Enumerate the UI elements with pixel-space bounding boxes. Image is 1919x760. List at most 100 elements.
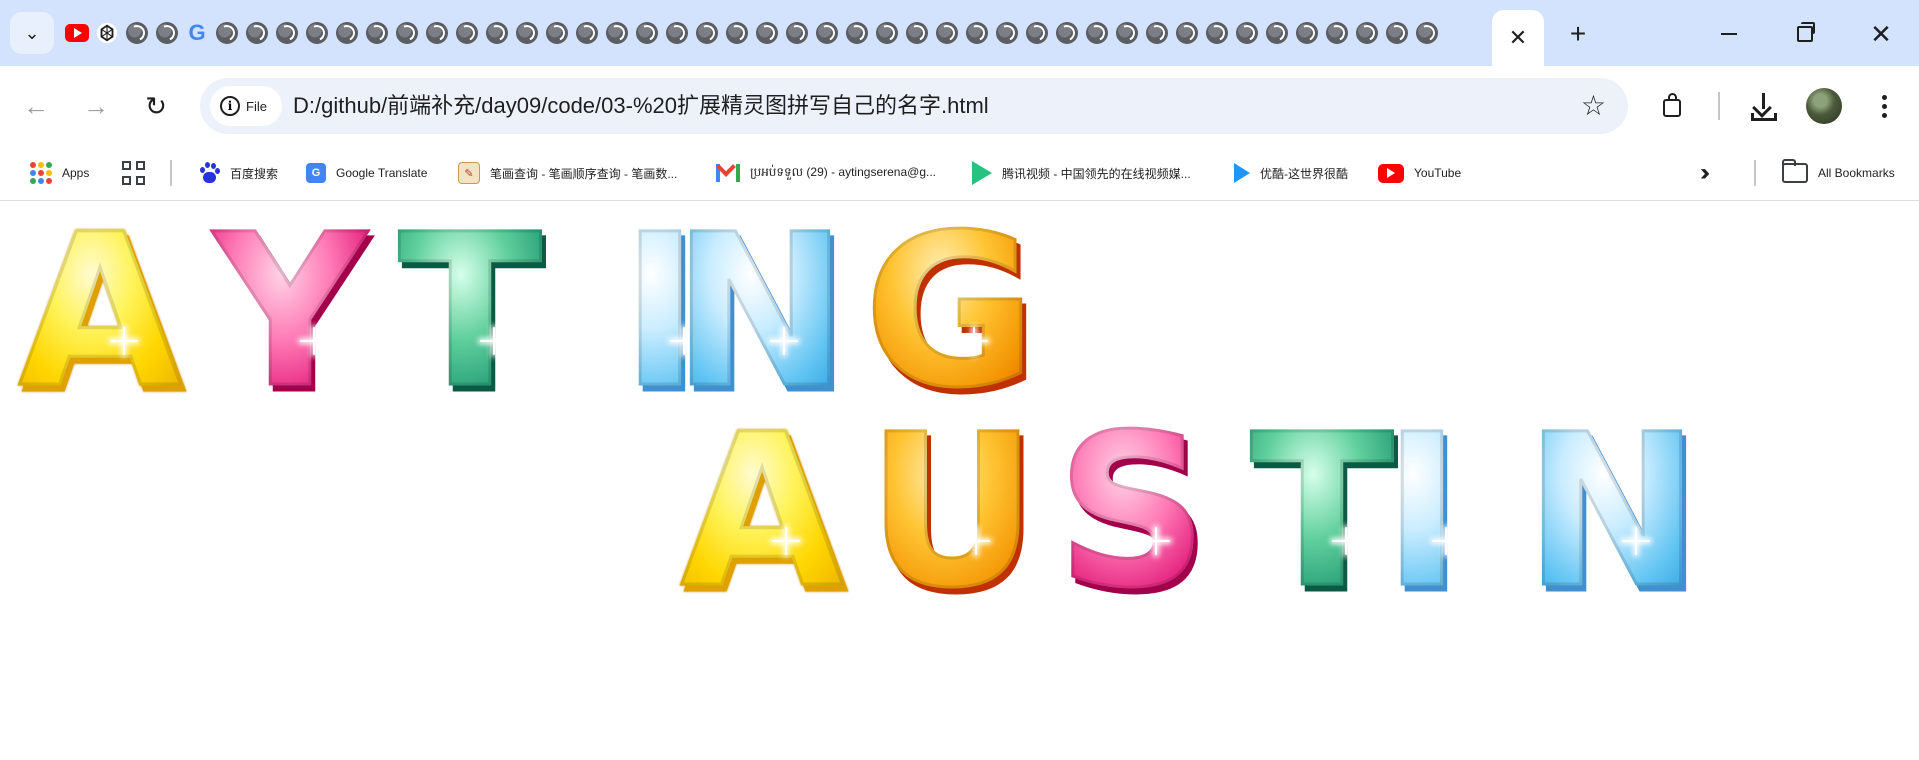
bookmark-youku[interactable]: 优酷-这世界很酷 <box>1234 146 1348 200</box>
bookmark-youtube[interactable]: YouTube <box>1378 146 1461 200</box>
globe-icon <box>276 22 298 44</box>
bookmark-label: All Bookmarks <box>1818 166 1895 180</box>
google-translate-icon: G <box>306 163 326 183</box>
globe-icon <box>1326 22 1348 44</box>
sprite-letter-n: N <box>670 205 850 418</box>
tab-favicon[interactable] <box>334 20 360 46</box>
bookmark-label: 百度搜索 <box>230 166 279 181</box>
close-window-button[interactable]: ✕ <box>1858 16 1904 52</box>
globe-icon <box>1146 22 1168 44</box>
menu-button[interactable] <box>1866 86 1902 126</box>
tab-favicon[interactable] <box>514 20 540 46</box>
bookmark-label: 优酷-这世界很酷 <box>1260 166 1348 181</box>
google-icon: G <box>188 20 206 45</box>
minimize-button[interactable] <box>1706 16 1752 52</box>
sprite-letter-y: Y <box>200 205 380 418</box>
tab-favicon[interactable] <box>1414 20 1440 46</box>
tab-favicon[interactable] <box>1294 20 1320 46</box>
tab-favicon[interactable] <box>1264 20 1290 46</box>
bookmark-star-icon[interactable]: ☆ <box>1581 90 1606 122</box>
back-button[interactable]: ← <box>16 86 56 126</box>
globe-icon <box>546 22 568 44</box>
bookmark-label: ប្រអប់ទទួល (29) - aytingserena@g... <box>750 165 936 179</box>
tab-favicon[interactable] <box>274 20 300 46</box>
tab-favicon[interactable] <box>1324 20 1350 46</box>
extensions-button[interactable] <box>1654 86 1694 126</box>
tab-favicon[interactable] <box>844 20 870 46</box>
tab-search-button[interactable]: ⌄ <box>10 12 54 54</box>
tab-favicon[interactable] <box>424 20 450 46</box>
globe-icon <box>126 22 148 44</box>
tab-chatgpt[interactable] <box>94 20 120 46</box>
restore-button[interactable] <box>1782 16 1828 52</box>
folder-icon <box>1781 159 1808 183</box>
globe-icon <box>1386 22 1408 44</box>
globe-icon <box>1206 22 1228 44</box>
tab-favicon[interactable] <box>154 20 180 46</box>
tab-favicon[interactable] <box>994 20 1020 46</box>
globe-icon <box>156 22 178 44</box>
close-tab-icon[interactable]: ✕ <box>1509 27 1527 49</box>
globe-icon <box>1086 22 1108 44</box>
globe-icon <box>606 22 628 44</box>
name-line-ayting: AYTING <box>10 205 1070 418</box>
more-bookmarks-button[interactable]: ›› <box>1700 146 1710 200</box>
tab-favicon[interactable] <box>694 20 720 46</box>
tab-favicon[interactable] <box>1054 20 1080 46</box>
name-line-austin: AUSTIN <box>672 405 1732 618</box>
tab-favicon[interactable] <box>304 20 330 46</box>
all-bookmarks-button[interactable]: All Bookmarks <box>1781 146 1895 200</box>
tab-favicon[interactable] <box>1084 20 1110 46</box>
tab-youtube[interactable] <box>64 20 90 46</box>
tab-favicon[interactable] <box>724 20 750 46</box>
tab-favicon[interactable] <box>904 20 930 46</box>
tab-favicon[interactable] <box>1384 20 1410 46</box>
tab-favicon[interactable] <box>1204 20 1230 46</box>
tab-favicon[interactable] <box>124 20 150 46</box>
tab-favicon[interactable] <box>244 20 270 46</box>
tab-favicon[interactable] <box>394 20 420 46</box>
tab-favicon[interactable] <box>1024 20 1050 46</box>
globe-icon <box>426 22 448 44</box>
globe-icon <box>306 22 328 44</box>
downloads-button[interactable] <box>1744 86 1784 126</box>
baidu-icon <box>198 162 220 184</box>
tab-favicon[interactable] <box>874 20 900 46</box>
tab-favicon[interactable] <box>1234 20 1260 46</box>
address-bar[interactable]: i File D:/github/前端补充/day09/code/03-%20扩… <box>200 78 1628 134</box>
tab-favicon[interactable]: G <box>184 20 210 46</box>
site-info-chip[interactable]: i File <box>210 86 282 126</box>
globe-icon <box>486 22 508 44</box>
active-tab[interactable]: ✕ <box>1492 10 1544 66</box>
back-arrow-icon: ← <box>23 90 49 121</box>
new-tab-button[interactable]: + <box>1560 18 1596 50</box>
tab-favicon[interactable] <box>934 20 960 46</box>
avatar[interactable] <box>1806 88 1842 124</box>
tab-favicon[interactable] <box>1144 20 1170 46</box>
tab-favicon[interactable] <box>484 20 510 46</box>
tab-favicon[interactable] <box>604 20 630 46</box>
tab-favicon[interactable] <box>754 20 780 46</box>
tab-favicon[interactable] <box>574 20 600 46</box>
tab-favicon[interactable] <box>964 20 990 46</box>
tab-favicon[interactable] <box>1174 20 1200 46</box>
tab-favicon[interactable] <box>814 20 840 46</box>
tab-favicon[interactable] <box>664 20 690 46</box>
tab-favicon[interactable] <box>634 20 660 46</box>
tab-favicon[interactable] <box>544 20 570 46</box>
forward-button[interactable]: → <box>76 86 116 126</box>
url-text[interactable]: D:/github/前端补充/day09/code/03-%20扩展精灵图拼写自… <box>293 78 989 134</box>
bookmark-label: 腾讯视频 - 中国领先的在线视频媒... <box>1002 166 1191 181</box>
tab-favicon[interactable] <box>1114 20 1140 46</box>
tab-favicon[interactable] <box>364 20 390 46</box>
reload-button[interactable]: ↻ <box>136 86 176 126</box>
globe-icon <box>366 22 388 44</box>
tab-favicon[interactable] <box>214 20 240 46</box>
restore-icon <box>1797 22 1815 42</box>
tab-favicon[interactable] <box>454 20 480 46</box>
tab-favicon[interactable] <box>784 20 810 46</box>
plus-icon: + <box>1569 18 1587 49</box>
tab-groups-icon <box>122 161 146 185</box>
globe-icon <box>396 22 418 44</box>
tab-favicon[interactable] <box>1354 20 1380 46</box>
